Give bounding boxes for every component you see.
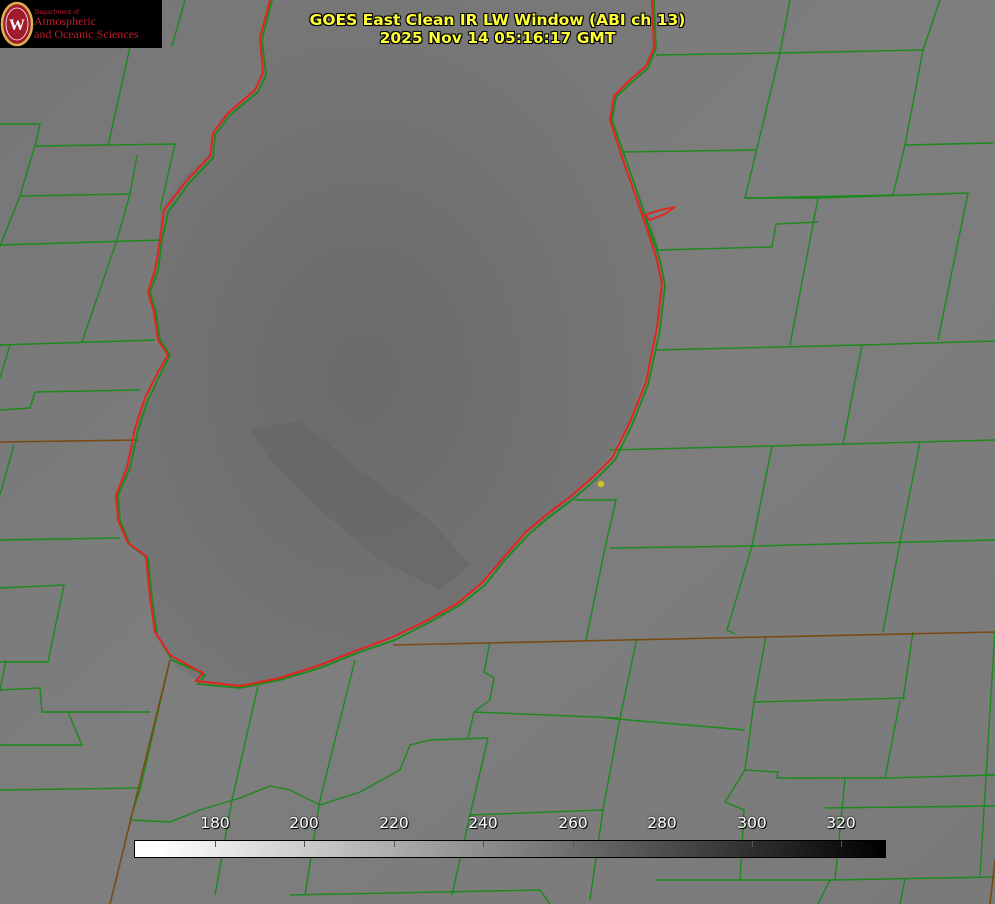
satellite-image-viewer: W Department of Atmospheric and Oceanic … xyxy=(0,0,995,904)
colorbar-tickmark xyxy=(215,841,216,847)
colorbar-tick-320: 320 xyxy=(826,814,856,832)
satellite-map xyxy=(0,0,995,904)
colorbar-tickmark xyxy=(752,841,753,847)
colorbar-tickmark xyxy=(483,841,484,847)
colorbar-tick-180: 180 xyxy=(200,814,230,832)
colorbar-tick-280: 280 xyxy=(647,814,677,832)
colorbar-tick-260: 260 xyxy=(558,814,588,832)
temperature-colorbar xyxy=(134,840,886,858)
site-marker xyxy=(597,480,605,488)
colorbar-tick-200: 200 xyxy=(289,814,319,832)
colorbar-tickmark xyxy=(304,841,305,847)
colorbar-tickmark xyxy=(394,841,395,847)
colorbar-tick-labels: 180 200 220 240 260 280 300 320 xyxy=(0,814,995,834)
colorbar-tickmark xyxy=(841,841,842,847)
colorbar-tick-220: 220 xyxy=(379,814,409,832)
colorbar-tick-300: 300 xyxy=(737,814,767,832)
colorbar-tickmark xyxy=(662,841,663,847)
image-title: GOES East Clean IR LW Window (ABI ch 13) xyxy=(309,11,686,29)
colorbar-tick-240: 240 xyxy=(468,814,498,832)
colorbar-tickmark xyxy=(573,841,574,847)
image-timestamp: 2025 Nov 14 05:16:17 GMT xyxy=(379,29,616,47)
